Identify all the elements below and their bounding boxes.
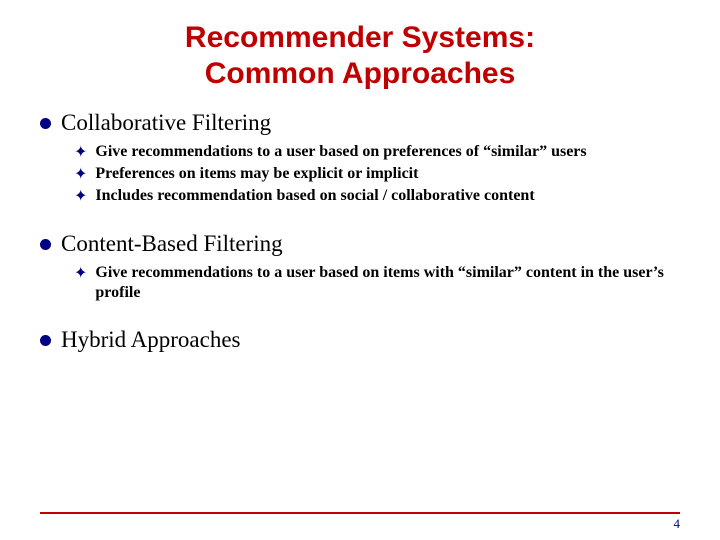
section-collaborative: Collaborative Filtering ✦ Give recommend… (40, 110, 680, 207)
item-text: Includes recommendation based on social … (95, 186, 534, 206)
item-text: Preferences on items may be explicit or … (95, 164, 418, 184)
section-heading-row: Hybrid Approaches (40, 327, 680, 353)
slide-title: Recommender Systems: Common Approaches (40, 20, 680, 92)
list-item: ✦ Preferences on items may be explicit o… (74, 164, 680, 185)
title-line-1: Recommender Systems: (185, 21, 535, 54)
section-heading: Hybrid Approaches (61, 327, 241, 353)
bullet-dot-icon (40, 118, 51, 129)
list-item: ✦ Includes recommendation based on socia… (74, 186, 680, 207)
footer-rule (40, 512, 680, 514)
list-item: ✦ Give recommendations to a user based o… (74, 263, 680, 303)
sub-bullet-icon: ✦ (74, 143, 87, 163)
section-heading: Collaborative Filtering (61, 110, 271, 136)
page-number: 4 (674, 516, 681, 532)
slide: Recommender Systems: Common Approaches C… (0, 0, 720, 540)
item-text: Give recommendations to a user based on … (95, 142, 586, 162)
sub-list: ✦ Give recommendations to a user based o… (40, 142, 680, 207)
section-heading: Content-Based Filtering (61, 231, 283, 257)
title-line-2: Common Approaches (205, 57, 516, 90)
sub-bullet-icon: ✦ (74, 165, 87, 185)
footer (40, 512, 680, 514)
section-heading-row: Collaborative Filtering (40, 110, 680, 136)
list-item: ✦ Give recommendations to a user based o… (74, 142, 680, 163)
section-hybrid: Hybrid Approaches (40, 327, 680, 353)
section-heading-row: Content-Based Filtering (40, 231, 680, 257)
sub-bullet-icon: ✦ (74, 187, 87, 207)
item-text: Give recommendations to a user based on … (95, 263, 680, 303)
bullet-dot-icon (40, 335, 51, 346)
bullet-dot-icon (40, 239, 51, 250)
section-content-based: Content-Based Filtering ✦ Give recommend… (40, 231, 680, 303)
sub-list: ✦ Give recommendations to a user based o… (40, 263, 680, 303)
content-list: Collaborative Filtering ✦ Give recommend… (40, 110, 680, 353)
sub-bullet-icon: ✦ (74, 264, 87, 284)
